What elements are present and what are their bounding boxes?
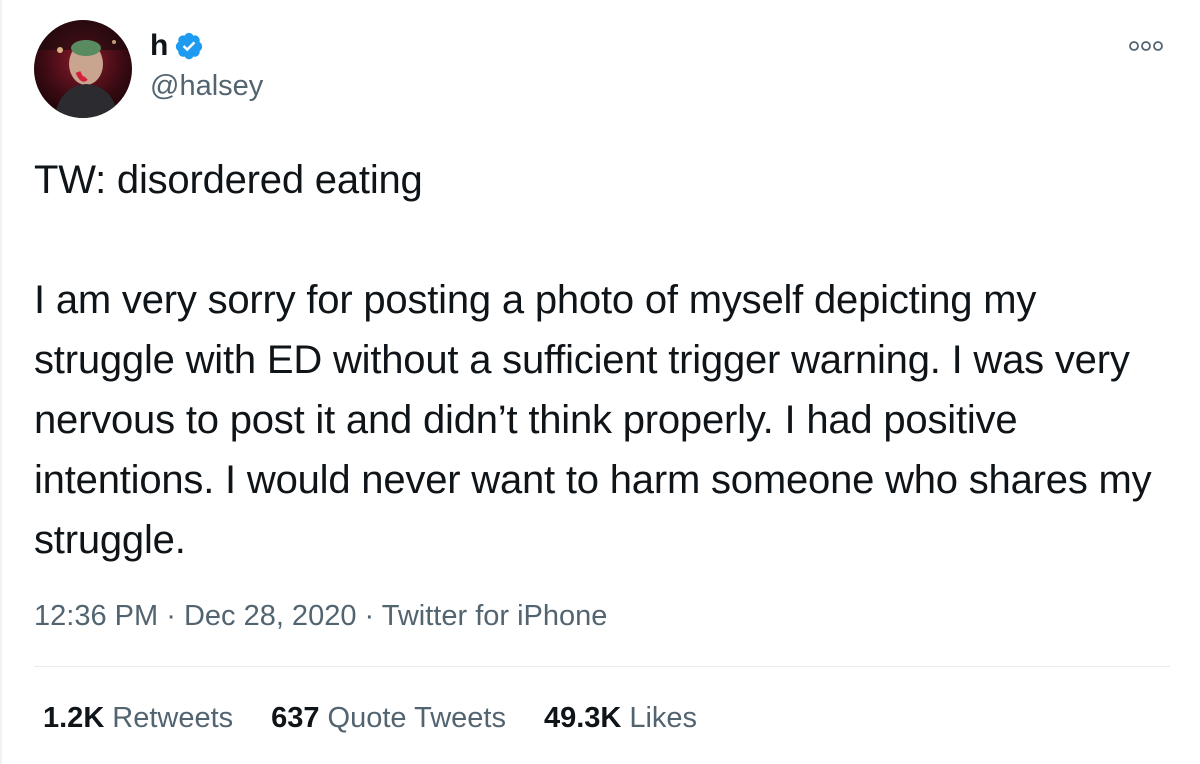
tweet-time[interactable]: 12:36 PM bbox=[34, 600, 158, 632]
quote-tweets-label: Quote Tweets bbox=[327, 702, 506, 734]
verified-badge-icon bbox=[174, 31, 204, 61]
tweet-source[interactable]: Twitter for iPhone bbox=[382, 600, 608, 632]
quote-tweets-stat[interactable]: 637 Quote Tweets bbox=[271, 698, 506, 738]
likes-stat[interactable]: 49.3K Likes bbox=[544, 698, 697, 738]
likes-count: 49.3K bbox=[543, 702, 622, 734]
display-name[interactable]: h bbox=[150, 28, 168, 64]
avatar[interactable] bbox=[34, 20, 132, 118]
author-name-row[interactable]: h bbox=[150, 28, 204, 64]
retweets-count: 1.2K bbox=[43, 702, 105, 734]
tweet-text: TW: disordered eating I am very sorry fo… bbox=[34, 158, 1152, 562]
likes-label: Likes bbox=[629, 702, 698, 734]
meta-separator: · bbox=[166, 600, 176, 632]
tweet-stats: 1.2K Retweets 637 Quote Tweets 49.3K Likes bbox=[34, 698, 735, 738]
meta-separator: · bbox=[364, 600, 375, 632]
tweet-meta: 12:36 PM · Dec 28, 2020 · Twitter for iP… bbox=[34, 596, 607, 636]
more-options-icon[interactable] bbox=[1126, 34, 1166, 58]
quote-tweets-count: 637 bbox=[271, 702, 320, 734]
card-border bbox=[0, 0, 2, 764]
retweets-stat[interactable]: 1.2K Retweets bbox=[43, 698, 233, 738]
retweets-label: Retweets bbox=[112, 702, 234, 734]
tweet-card: h @halsey TW: disordered eating I am ver… bbox=[0, 0, 1200, 764]
divider bbox=[34, 666, 1170, 667]
author-handle[interactable]: @halsey bbox=[150, 68, 263, 104]
tweet-date[interactable]: Dec 28, 2020 bbox=[184, 600, 357, 632]
